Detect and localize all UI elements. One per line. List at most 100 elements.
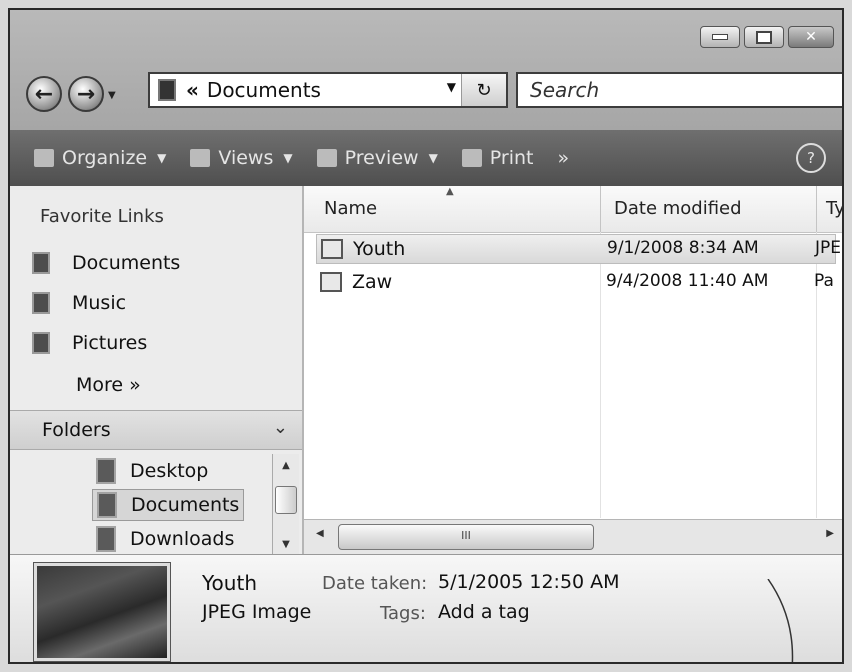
- folder-tree-label: Desktop: [130, 460, 209, 482]
- folders-toggle[interactable]: Folders ⌄: [10, 410, 302, 450]
- command-bar: Organize ▼ Views ▼ Preview ▼ Print » ?: [10, 130, 842, 186]
- details-file-type: JPEG Image: [202, 601, 312, 623]
- print-button[interactable]: Print: [461, 147, 534, 169]
- horizontal-scrollbar[interactable]: ◀ III ▶: [304, 519, 842, 554]
- date-taken-value: 5/1/2005 12:50 AM: [438, 571, 620, 593]
- favorite-link-label: Pictures: [72, 332, 148, 354]
- breadcrumb-documents[interactable]: Documents: [207, 78, 321, 102]
- close-button[interactable]: ✕: [788, 26, 834, 48]
- details-file-name: Youth: [202, 571, 257, 595]
- decorative-curve: [767, 579, 794, 662]
- sort-arrow-icon: ▲: [446, 186, 454, 197]
- details-pane: Youth JPEG Image Date taken: 5/1/2005 12…: [10, 554, 842, 662]
- overflow-icon: »: [557, 147, 570, 169]
- minimize-button[interactable]: [700, 26, 740, 48]
- column-header-type[interactable]: Ty: [826, 198, 842, 219]
- folder-tree-item-desktop[interactable]: Desktop: [96, 458, 208, 484]
- tags-input[interactable]: Add a tag: [438, 601, 530, 623]
- file-type: JPE: [815, 238, 842, 258]
- help-icon: ?: [807, 149, 815, 167]
- close-icon: ✕: [805, 29, 817, 45]
- printer-icon: [461, 149, 482, 167]
- documents-icon: [97, 492, 117, 518]
- minimize-icon: [712, 34, 728, 40]
- views-button[interactable]: Views ▼: [190, 147, 293, 169]
- column-header-name[interactable]: Name: [324, 198, 377, 219]
- organize-icon: [34, 149, 54, 167]
- scrollbar-thumb[interactable]: [275, 486, 297, 514]
- maximize-button[interactable]: [744, 26, 784, 48]
- breadcrumb-chevron[interactable]: «: [186, 78, 199, 102]
- address-bar[interactable]: « Documents ▼ ↻: [148, 72, 508, 108]
- date-taken-label: Date taken:: [322, 573, 428, 594]
- refresh-icon: ↻: [476, 79, 492, 101]
- scroll-up-icon[interactable]: ▲: [273, 460, 299, 471]
- search-input[interactable]: Search: [516, 72, 842, 108]
- documents-icon: [32, 252, 50, 274]
- folders-scrollbar[interactable]: ▲ ▼: [272, 454, 299, 554]
- folder-tree-label: Downloads: [130, 528, 235, 550]
- file-name: Zaw: [352, 271, 393, 293]
- scroll-down-icon[interactable]: ▼: [273, 539, 299, 550]
- document-file-icon: [320, 272, 342, 292]
- column-headers: ▲ Name Date modified Ty: [304, 186, 842, 233]
- views-label: Views: [218, 147, 274, 169]
- preview-button[interactable]: Preview ▼: [316, 147, 438, 169]
- more-links-button[interactable]: More »: [76, 374, 141, 396]
- file-name: Youth: [353, 238, 406, 260]
- file-date-modified: 9/4/2008 11:40 AM: [606, 271, 769, 291]
- window-controls: ✕: [700, 26, 834, 48]
- image-thumbnail: [34, 563, 170, 661]
- favorite-link-music[interactable]: Music: [32, 292, 126, 314]
- navigation-pane: Favorite Links Documents Music Pictures …: [10, 186, 304, 554]
- refresh-button[interactable]: ↻: [461, 74, 506, 106]
- file-row[interactable]: Zaw 9/4/2008 11:40 AM Pa: [316, 268, 836, 298]
- maximize-icon: [756, 30, 772, 44]
- views-icon: [190, 149, 211, 167]
- address-dropdown-icon[interactable]: ▼: [447, 80, 456, 94]
- back-arrow-icon: ←: [34, 81, 54, 107]
- chevron-down-icon: ▼: [157, 151, 167, 165]
- pictures-icon: [32, 332, 50, 354]
- organize-label: Organize: [62, 147, 148, 169]
- toolbar-overflow-button[interactable]: »: [558, 147, 570, 169]
- file-row[interactable]: Youth 9/1/2008 8:34 AM JPE: [316, 234, 841, 264]
- column-divider[interactable]: [816, 186, 817, 232]
- help-button[interactable]: ?: [796, 143, 826, 173]
- folder-tree-label: Documents: [131, 494, 240, 516]
- chevron-down-icon: ⌄: [272, 417, 288, 438]
- chevron-down-icon: ▼: [283, 151, 293, 165]
- favorite-link-pictures[interactable]: Pictures: [32, 332, 147, 354]
- forward-arrow-icon: →: [76, 81, 96, 107]
- chevron-down-icon: ▼: [428, 151, 438, 165]
- column-header-date-modified[interactable]: Date modified: [614, 198, 742, 219]
- organize-button[interactable]: Organize ▼: [34, 147, 166, 169]
- column-divider[interactable]: [600, 186, 601, 232]
- recent-pages-dropdown[interactable]: ▼: [108, 90, 116, 101]
- preview-label: Preview: [344, 147, 419, 169]
- desktop-icon: [96, 458, 116, 484]
- scrollbar-thumb[interactable]: III: [338, 524, 594, 550]
- music-icon: [32, 292, 50, 314]
- print-label: Print: [489, 147, 534, 169]
- folders-label: Folders: [42, 419, 111, 441]
- tags-label: Tags:: [380, 603, 426, 624]
- title-bar: ✕ ← → ▼ « Documents ▼ ↻ Search: [10, 10, 842, 130]
- image-file-icon: [321, 239, 343, 259]
- file-type: Pa: [814, 271, 834, 291]
- file-date-modified: 9/1/2008 8:34 AM: [607, 238, 759, 258]
- scrollbar-grip: III: [461, 529, 471, 542]
- favorite-link-label: Music: [72, 292, 127, 314]
- folder-tree-item-downloads[interactable]: Downloads: [96, 526, 234, 552]
- preview-icon: [316, 149, 337, 167]
- folder-icon: [158, 79, 176, 101]
- scroll-right-icon[interactable]: ▶: [826, 528, 834, 539]
- file-list-pane: ▲ Name Date modified Ty Youth 9/1/2008 8…: [304, 186, 842, 554]
- downloads-icon: [96, 526, 116, 552]
- folder-tree-item-documents[interactable]: Documents: [92, 489, 245, 521]
- scroll-left-icon[interactable]: ◀: [316, 528, 324, 539]
- favorite-link-documents[interactable]: Documents: [32, 252, 180, 274]
- forward-button[interactable]: →: [68, 76, 104, 112]
- back-button[interactable]: ←: [26, 76, 62, 112]
- explorer-window: ✕ ← → ▼ « Documents ▼ ↻ Search Organize …: [8, 8, 844, 664]
